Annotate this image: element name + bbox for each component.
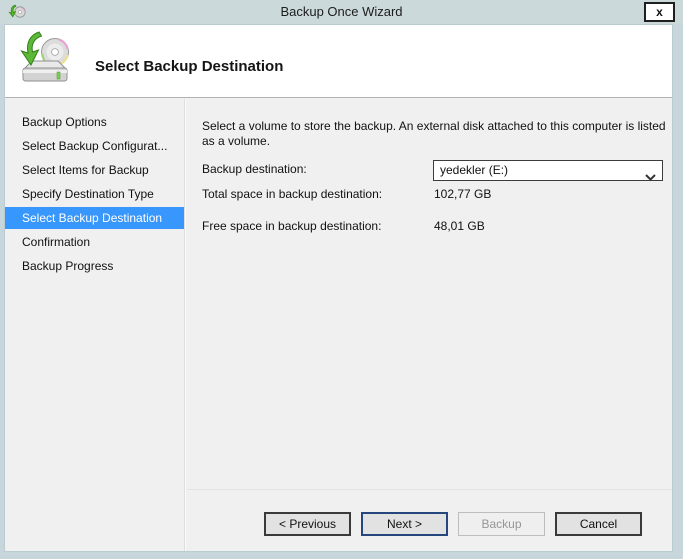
free-space-value: 48,01 GB	[434, 219, 485, 233]
sidebar-item-select-items-for-backup[interactable]: Select Items for Backup	[5, 159, 184, 181]
page-content: Select a volume to store the backup. An …	[187, 99, 672, 551]
sidebar-item-select-backup-destination[interactable]: Select Backup Destination	[5, 207, 184, 229]
titlebar: Backup Once Wizard x	[0, 0, 683, 24]
sidebar-item-confirmation[interactable]: Confirmation	[5, 231, 184, 253]
sidebar-item-backup-progress[interactable]: Backup Progress	[5, 255, 184, 277]
backup-destination-selected-value: yedekler (E:)	[440, 163, 509, 177]
chevron-down-icon	[645, 168, 656, 181]
close-icon: x	[656, 4, 663, 19]
total-space-label: Total space in backup destination:	[202, 187, 383, 201]
main-area: Backup Options Select Backup Configurat.…	[5, 99, 672, 551]
page-description: Select a volume to store the backup. An …	[202, 119, 666, 148]
total-space-value: 102,77 GB	[434, 187, 492, 201]
backup-destination-label: Backup destination:	[202, 162, 307, 176]
close-button[interactable]: x	[644, 2, 675, 22]
sidebar-item-select-backup-configuration[interactable]: Select Backup Configurat...	[5, 135, 184, 157]
window-title: Backup Once Wizard	[280, 4, 403, 19]
footer-buttons: < Previous Next > Backup Cancel	[264, 512, 642, 536]
wizard-steps-sidebar: Backup Options Select Backup Configurat.…	[5, 99, 184, 551]
previous-button[interactable]: < Previous	[264, 512, 351, 536]
backup-button[interactable]: Backup	[458, 512, 545, 536]
wizard-header: Select Backup Destination	[5, 25, 672, 98]
backup-destination-select[interactable]: yedekler (E:)	[433, 160, 663, 181]
cancel-button[interactable]: Cancel	[555, 512, 642, 536]
next-button[interactable]: Next >	[361, 512, 448, 536]
backup-once-wizard-window: Backup Once Wizard x Select Backup Desti…	[0, 0, 683, 559]
page-title: Select Backup Destination	[95, 58, 284, 75]
sidebar-item-backup-options[interactable]: Backup Options	[5, 111, 184, 133]
backup-destination-icon	[15, 30, 73, 90]
window-body: Select Backup Destination Backup Options…	[4, 24, 673, 552]
footer-separator	[187, 489, 672, 490]
sidebar-content-divider	[184, 99, 186, 551]
sidebar-item-specify-destination-type[interactable]: Specify Destination Type	[5, 183, 184, 205]
free-space-label: Free space in backup destination:	[202, 219, 382, 233]
